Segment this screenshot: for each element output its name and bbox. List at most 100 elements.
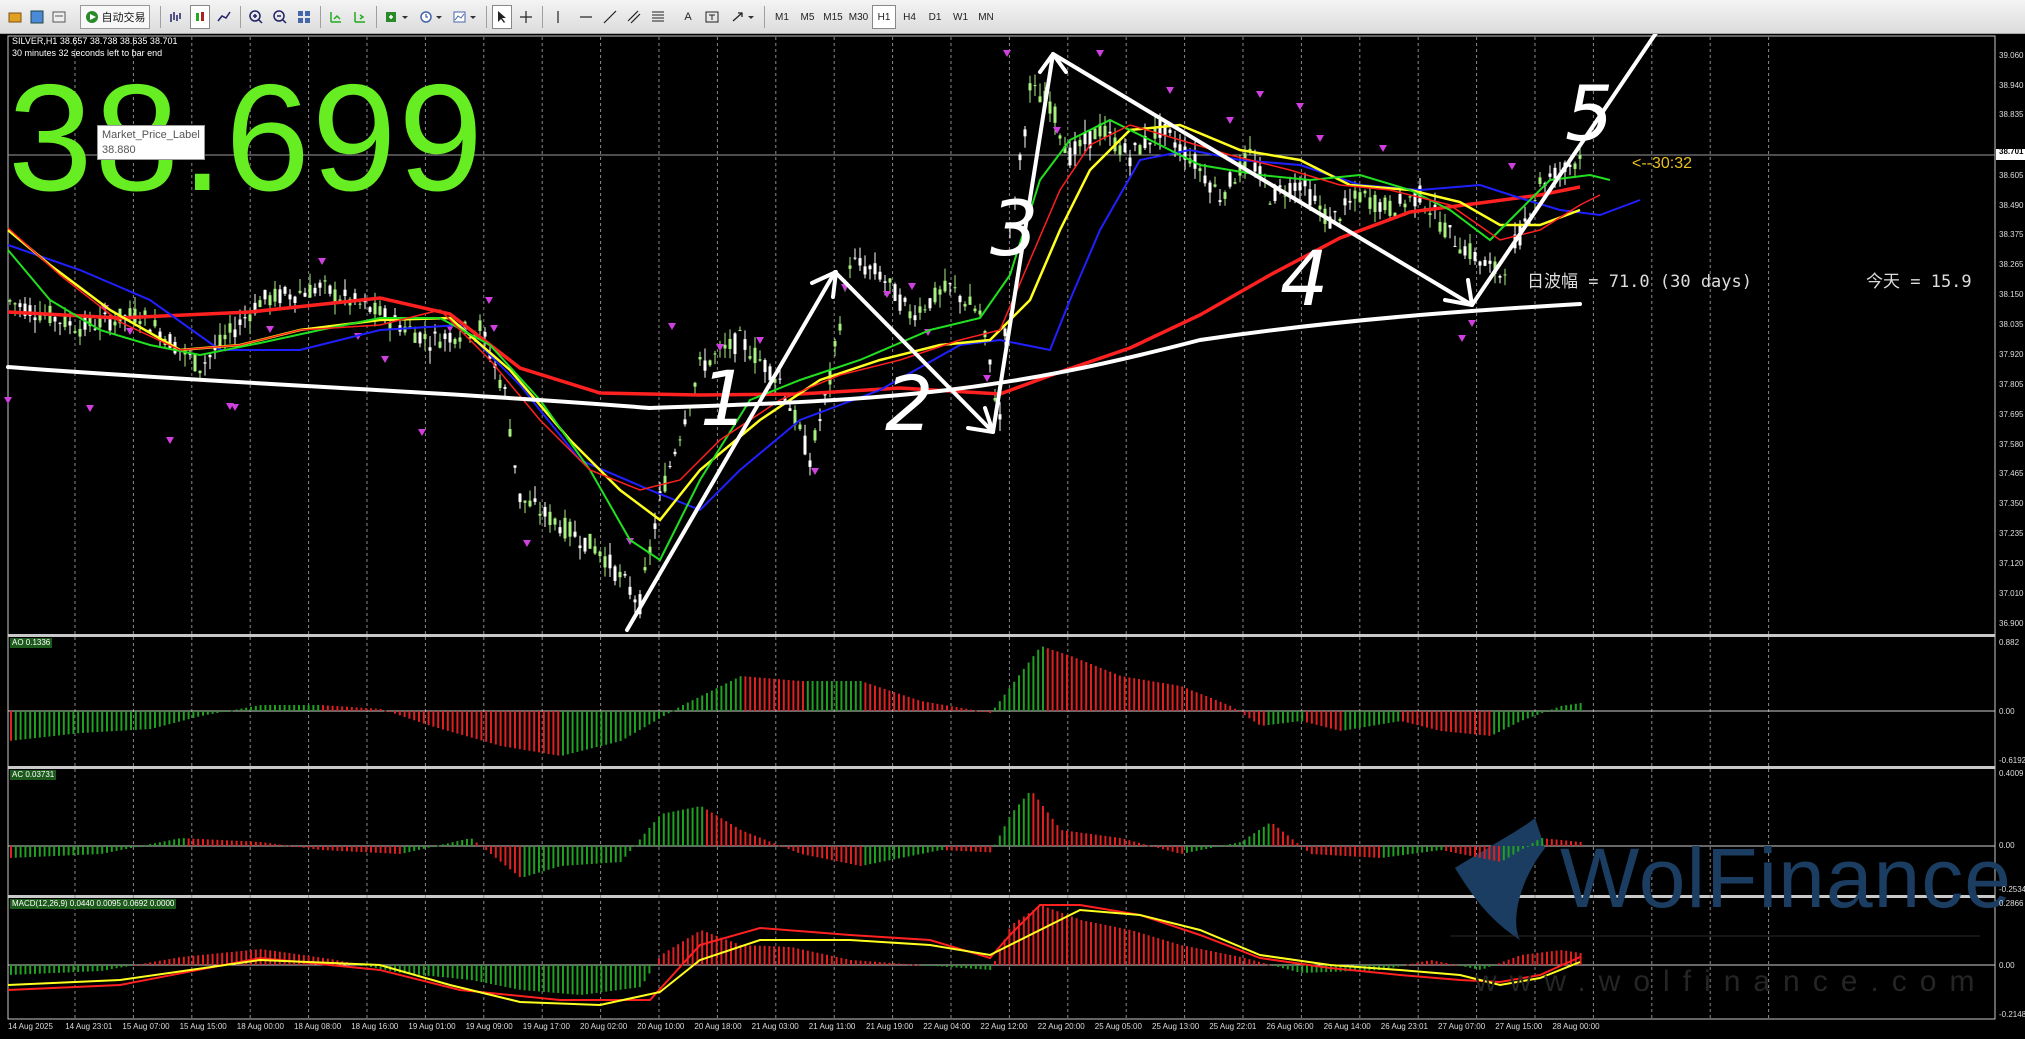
ac-bar [379,846,382,853]
timeframe-h1-button[interactable]: H1 [872,5,896,29]
timeframe-m5-button[interactable]: M5 [796,5,820,29]
candle-body [518,493,522,503]
candle-body [933,287,937,303]
ac-bar [163,841,166,846]
candle-body [558,527,562,534]
ao-bar [451,711,454,733]
ao-bar [1248,711,1251,719]
ac-bar [1123,838,1126,846]
candle-body [1338,218,1342,222]
timeframe-m1-button[interactable]: M1 [770,5,794,29]
ac-bar [830,846,833,861]
market-watch-icon[interactable] [28,5,46,29]
templates-menu-icon[interactable] [450,5,480,29]
ac-bar [77,846,80,855]
ac-bar [312,846,315,849]
cursor-icon[interactable] [492,5,512,29]
text-tool-icon[interactable]: A [678,5,698,29]
macd-bar [917,964,920,966]
ao-bar [245,707,248,711]
tile-windows-icon[interactable] [294,5,314,29]
horizontal-line-icon[interactable] [576,5,596,29]
fibonacci-icon[interactable] [648,5,668,29]
candle-body [103,312,107,314]
auto-trading-button[interactable]: 自动交易 [80,5,150,29]
ao-bar [840,681,843,711]
market-price-label-title: Market_Price_Label [102,129,200,141]
macd-bar [1181,945,1184,965]
ao-bar [1195,692,1198,711]
ac-bar [854,846,857,865]
chart-shift-icon[interactable] [350,5,370,29]
ac-bar [1440,846,1443,851]
ao-bar [1104,669,1107,711]
vertical-line-icon[interactable] [548,5,568,29]
macd-bar [845,958,848,965]
channel-icon[interactable] [624,5,644,29]
fractal-marker [756,337,764,344]
timeframe-mn-button[interactable]: MN [974,5,998,29]
arrows-menu-icon[interactable] [728,5,758,29]
time-axis-label: 26 Aug 14:00 [1323,1022,1371,1031]
ac-bar [1435,846,1438,851]
ao-bar [106,711,108,732]
candle-body [573,531,577,537]
candle-body [878,271,882,280]
ao-bar [38,711,41,738]
macd-bar [456,965,459,979]
candlestick-icon[interactable] [190,5,210,29]
navigator-icon[interactable] [50,5,68,29]
timeframe-m15-button[interactable]: M15 [821,5,845,29]
indicators-menu-icon[interactable] [382,5,412,29]
timeframe-w1-button[interactable]: W1 [949,5,973,29]
macd-bar [677,944,680,965]
candle-body [1478,261,1482,266]
ac-bar [355,846,358,852]
market-price-label[interactable]: Market_Price_Label 38.880 [97,125,205,160]
ao-bar [778,679,780,711]
ao-bar [206,711,209,715]
crosshair-icon[interactable] [516,5,536,29]
candle-body [1268,203,1272,205]
ao-bar [888,690,891,711]
ac-bar [48,846,51,857]
ac-bar [1426,846,1428,852]
trendline-icon[interactable] [600,5,620,29]
ao-bar [1450,711,1452,732]
ao-bar [1253,711,1256,722]
macd-bar [110,965,113,970]
zoom-out-icon[interactable] [270,5,290,29]
auto-scroll-icon[interactable] [326,5,346,29]
ac-axis-label: -0.2534 [1999,885,2025,894]
ao-bar [1445,711,1448,732]
line-chart-icon[interactable] [214,5,234,29]
ac-bar [917,846,920,855]
periods-menu-icon[interactable] [416,5,446,29]
ac-bar [1147,845,1150,847]
ao-bar [1056,651,1059,711]
ac-bar [1421,846,1424,853]
ao-bar [931,702,934,711]
candle-body [413,332,417,343]
ac-bar [1152,846,1155,847]
text-label-icon[interactable] [702,5,722,29]
ao-bar [710,690,713,711]
macd-bar [542,965,545,992]
timeframe-d1-button[interactable]: D1 [923,5,947,29]
timeframe-h4-button[interactable]: H4 [898,5,922,29]
ac-bar [1046,812,1049,846]
macd-bar [902,963,905,965]
ac-bar [451,842,454,846]
macd-bar [605,965,608,992]
ac-bar [158,842,161,846]
zoom-in-icon[interactable] [246,5,266,29]
candle-body [643,567,647,571]
timeframe-m30-button[interactable]: M30 [847,5,871,29]
macd-bar [221,952,224,965]
ao-bar [466,711,468,737]
ao-bar [1272,711,1275,725]
bar-chart-icon[interactable] [166,5,186,29]
new-order-icon[interactable] [6,5,24,29]
macd-bar [1171,942,1174,965]
ao-bar [763,677,766,711]
